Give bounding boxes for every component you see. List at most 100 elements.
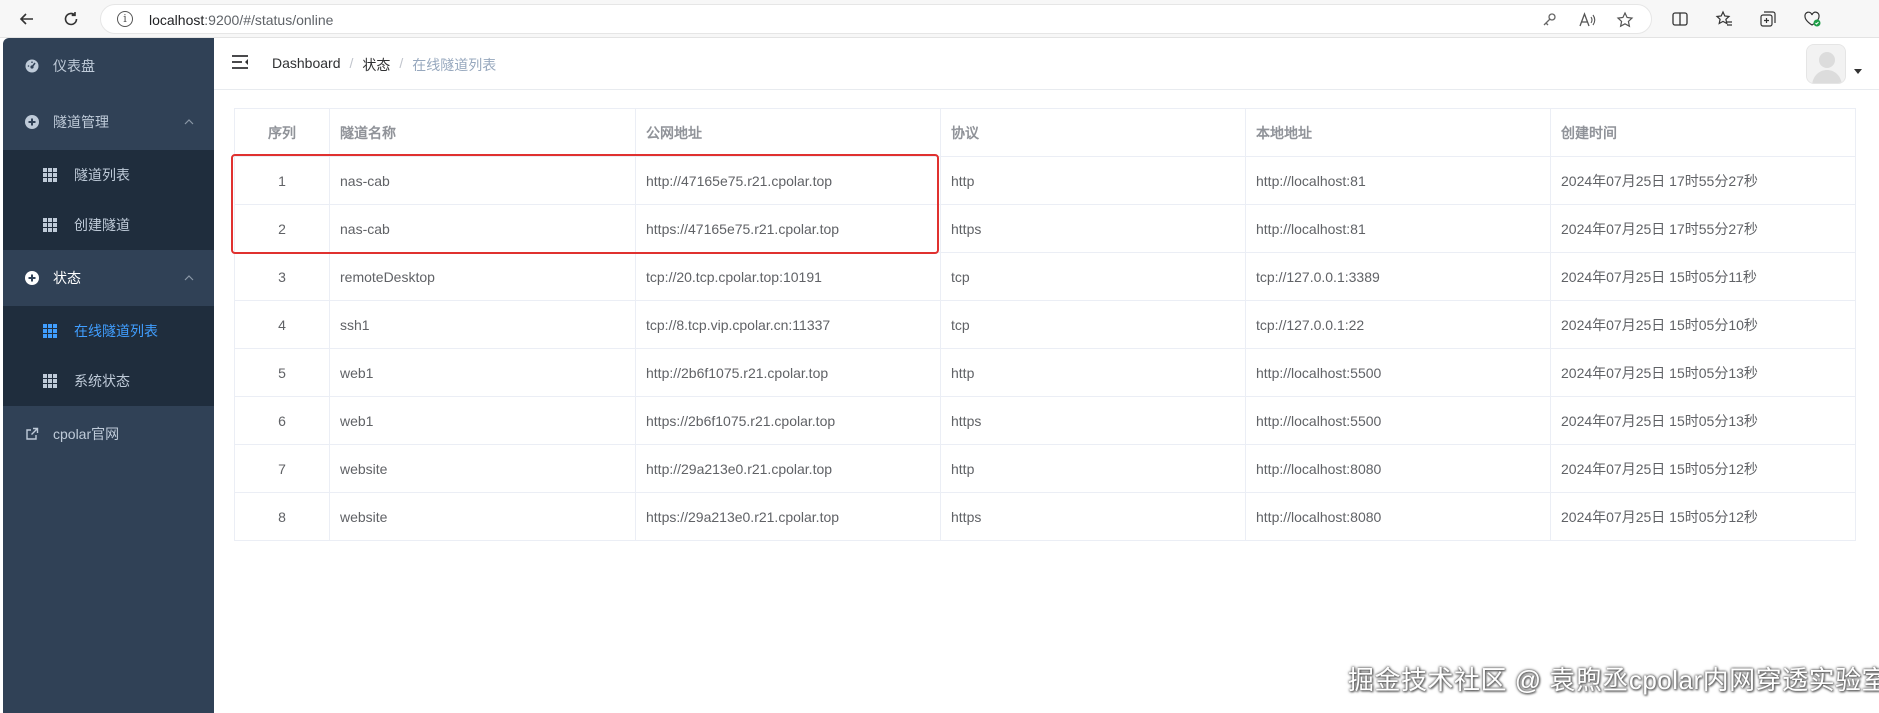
table-row: 7 website http://29a213e0.r21.cpolar.top… — [234, 444, 1856, 493]
refresh-icon[interactable] — [59, 7, 83, 31]
column-header-created-time: 创建时间 — [1550, 108, 1856, 157]
cell-public-url[interactable]: tcp://20.tcp.cpolar.top:10191 — [635, 252, 941, 301]
grid-icon — [43, 374, 57, 388]
cell-index: 6 — [234, 396, 330, 445]
collections-icon[interactable] — [1757, 8, 1779, 30]
back-arrow-icon[interactable] — [15, 7, 39, 31]
sidebar-item-system-status[interactable]: 系统状态 — [3, 356, 214, 406]
cell-protocol: https — [940, 492, 1246, 541]
circle-plus-icon — [24, 270, 40, 286]
breadcrumb-separator: / — [399, 55, 404, 71]
cell-index: 3 — [234, 252, 330, 301]
sidebar-item-tunnel-list[interactable]: 隧道列表 — [3, 150, 214, 200]
column-header-index: 序列 — [234, 108, 330, 157]
menu-fold-icon[interactable] — [231, 54, 249, 70]
cell-public-url[interactable]: https://2b6f1075.r21.cpolar.top — [635, 396, 941, 445]
table-row: 4 ssh1 tcp://8.tcp.vip.cpolar.cn:11337 t… — [234, 300, 1856, 349]
cell-created-time: 2024年07月25日 15时05分12秒 — [1550, 444, 1856, 493]
favorites-icon[interactable] — [1713, 8, 1735, 30]
sidebar: 仪表盘 隧道管理 隧道列表 创建隧道 状态 在线隧道列表 系统状态 cpolar… — [3, 38, 214, 713]
submenu-status: 在线隧道列表 系统状态 — [3, 306, 214, 406]
grid-icon — [43, 324, 57, 338]
split-screen-icon[interactable] — [1669, 8, 1691, 30]
cell-protocol: tcp — [940, 252, 1246, 301]
cell-tunnel-name: web1 — [329, 396, 636, 445]
cell-index: 7 — [234, 444, 330, 493]
address-bar[interactable]: i localhost:9200/#/status/online — [100, 4, 1652, 34]
sidebar-item-label: 系统状态 — [74, 373, 130, 389]
sidebar-item-online-tunnels[interactable]: 在线隧道列表 — [3, 306, 214, 356]
key-icon[interactable] — [1538, 9, 1560, 31]
browser-essentials-icon[interactable] — [1801, 8, 1823, 30]
cell-created-time: 2024年07月25日 15时05分13秒 — [1550, 348, 1856, 397]
cell-tunnel-name: ssh1 — [329, 300, 636, 349]
cell-tunnel-name: website — [329, 444, 636, 493]
sidebar-item-label: 创建隧道 — [74, 217, 130, 233]
sidebar-item-status[interactable]: 状态 — [3, 252, 214, 304]
site-info-icon[interactable]: i — [117, 11, 133, 27]
cell-public-url[interactable]: https://29a213e0.r21.cpolar.top — [635, 492, 941, 541]
cell-created-time: 2024年07月25日 15时05分10秒 — [1550, 300, 1856, 349]
url-path: :9200/#/status/online — [204, 12, 334, 28]
caret-down-icon[interactable] — [1854, 66, 1862, 76]
chevron-up-icon — [184, 117, 194, 128]
breadcrumb-dashboard[interactable]: Dashboard — [272, 55, 341, 75]
breadcrumb-current: 在线隧道列表 — [412, 57, 497, 73]
watermark: 掘金技术社区 @ 袁煦丞cpolar内网穿透实验室 — [1348, 665, 1879, 695]
table-row: 8 website https://29a213e0.r21.cpolar.to… — [234, 492, 1856, 541]
sidebar-item-dashboard[interactable]: 仪表盘 — [3, 40, 214, 92]
cell-created-time: 2024年07月25日 15时05分13秒 — [1550, 396, 1856, 445]
table-row: 3 remoteDesktop tcp://20.tcp.cpolar.top:… — [234, 252, 1856, 301]
submenu-tunnel-management: 隧道列表 创建隧道 — [3, 150, 214, 250]
dashboard-icon — [24, 58, 40, 74]
cell-protocol: https — [940, 204, 1246, 253]
breadcrumb: Dashboard / 状态 / 在线隧道列表 — [272, 55, 496, 75]
cell-local-address: tcp://127.0.0.1:22 — [1245, 300, 1551, 349]
cell-local-address: http://localhost:5500 — [1245, 396, 1551, 445]
table-row: 5 web1 http://2b6f1075.r21.cpolar.top ht… — [234, 348, 1856, 397]
table-row: 6 web1 https://2b6f1075.r21.cpolar.top h… — [234, 396, 1856, 445]
external-link-icon — [24, 426, 40, 442]
sidebar-item-label: 状态 — [53, 270, 81, 286]
favorite-star-icon[interactable] — [1614, 9, 1636, 31]
navbar: Dashboard / 状态 / 在线隧道列表 — [214, 38, 1879, 90]
cell-protocol: https — [940, 396, 1246, 445]
column-header-protocol: 协议 — [940, 108, 1246, 157]
read-aloud-icon[interactable] — [1576, 9, 1598, 31]
grid-icon — [43, 168, 57, 182]
cell-local-address: http://localhost:8080 — [1245, 492, 1551, 541]
breadcrumb-separator: / — [349, 55, 354, 71]
chevron-up-icon — [184, 273, 194, 284]
cell-index: 4 — [234, 300, 330, 349]
cell-tunnel-name: web1 — [329, 348, 636, 397]
cell-protocol: http — [940, 156, 1246, 205]
avatar[interactable] — [1806, 44, 1846, 84]
table-header-row: 序列 隧道名称 公网地址 协议 本地地址 创建时间 — [234, 108, 1856, 157]
column-header-tunnel-name: 隧道名称 — [329, 108, 636, 157]
breadcrumb-status[interactable]: 状态 — [362, 55, 390, 75]
sidebar-item-cpolar-website[interactable]: cpolar官网 — [3, 408, 214, 460]
highlight-annotation-box — [231, 154, 939, 254]
cell-created-time: 2024年07月25日 15时05分12秒 — [1550, 492, 1856, 541]
cell-protocol: tcp — [940, 300, 1246, 349]
circle-plus-icon — [24, 114, 40, 130]
sidebar-item-tunnel-management[interactable]: 隧道管理 — [3, 96, 214, 148]
sidebar-item-label: 隧道管理 — [53, 114, 109, 130]
cell-created-time: 2024年07月25日 15时05分11秒 — [1550, 252, 1856, 301]
cell-tunnel-name: remoteDesktop — [329, 252, 636, 301]
cell-local-address: tcp://127.0.0.1:3389 — [1245, 252, 1551, 301]
sidebar-item-create-tunnel[interactable]: 创建隧道 — [3, 200, 214, 250]
cell-public-url[interactable]: tcp://8.tcp.vip.cpolar.cn:11337 — [635, 300, 941, 349]
cell-local-address: http://localhost:81 — [1245, 204, 1551, 253]
user-avatar-icon — [1807, 45, 1845, 83]
cell-protocol: http — [940, 348, 1246, 397]
url-host: localhost — [149, 12, 205, 28]
cell-created-time: 2024年07月25日 17时55分27秒 — [1550, 156, 1856, 205]
cell-public-url[interactable]: http://29a213e0.r21.cpolar.top — [635, 444, 941, 493]
cell-public-url[interactable]: http://2b6f1075.r21.cpolar.top — [635, 348, 941, 397]
cell-index: 8 — [234, 492, 330, 541]
url-text[interactable]: localhost:9200/#/status/online — [149, 12, 333, 28]
sidebar-item-label: cpolar官网 — [53, 426, 120, 442]
sidebar-item-label: 仪表盘 — [53, 58, 95, 74]
column-header-local-address: 本地地址 — [1245, 108, 1551, 157]
